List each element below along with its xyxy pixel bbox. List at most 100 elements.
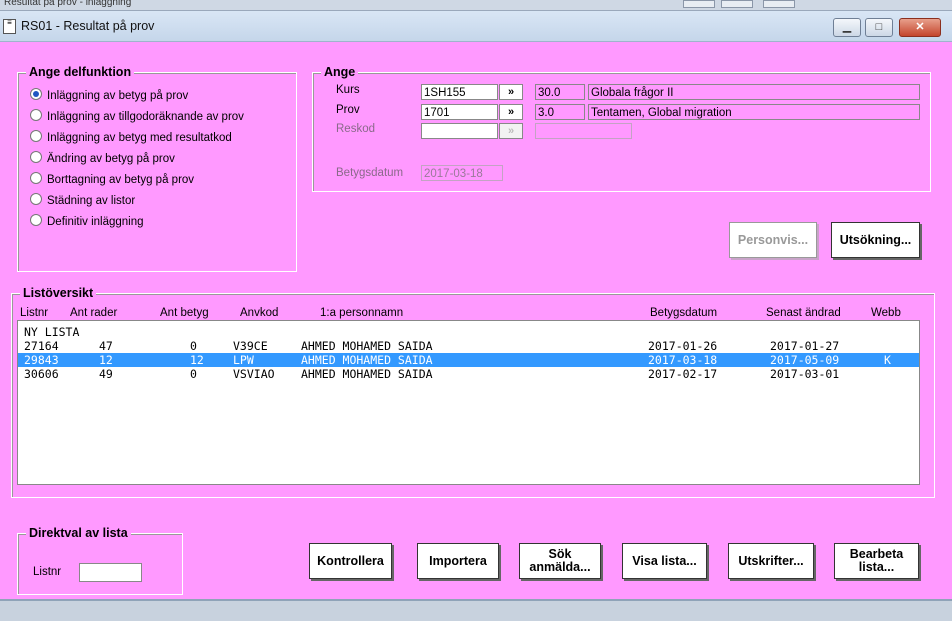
prov-points: 3.0 <box>535 104 585 120</box>
cell-ant-betyg: 12 <box>190 353 204 367</box>
visa-lista-button[interactable]: Visa lista... <box>622 543 707 579</box>
radio-button-icon[interactable] <box>30 88 42 100</box>
col-ant-betyg: Ant betyg <box>160 307 209 319</box>
close-button[interactable]: ✕ <box>899 18 941 37</box>
ny-lista-label: NY LISTA <box>24 325 80 339</box>
table-row[interactable]: 30606 49 0 VSVIAO AHMED MOHAMED SAIDA 2017-02… <box>18 367 919 381</box>
delfunktion-option-label: Städning av listor <box>47 195 136 207</box>
cell-personnamn: AHMED MOHAMED SAIDA <box>301 367 433 381</box>
listoversikt-legend: Listöversikt <box>20 286 97 300</box>
list-item-ny-lista[interactable]: NY LISTA <box>18 325 919 339</box>
ange-legend: Ange <box>321 65 359 79</box>
delfunktion-option-2[interactable]: Inläggning av betyg med resultatkod <box>30 130 232 146</box>
prov-search-button[interactable]: » <box>499 104 523 120</box>
utskrifter-button[interactable]: Utskrifter... <box>728 543 814 579</box>
reskod-field[interactable] <box>421 123 498 139</box>
document-icon: ≡ <box>3 19 16 34</box>
direktval-listnr-label: Listnr <box>33 566 62 578</box>
reskod-label: Reskod <box>336 123 375 135</box>
personvis-button[interactable]: Personvis... <box>729 222 817 258</box>
parent-minimize-button[interactable] <box>683 0 715 8</box>
radio-button-icon[interactable] <box>30 214 42 226</box>
col-webb: Webb <box>871 307 901 319</box>
prov-label: Prov <box>336 104 360 116</box>
bearbeta-line2: lista... <box>858 560 895 574</box>
kurs-points: 30.0 <box>535 84 585 100</box>
sok-anmalda-line2: anmälda... <box>529 560 591 574</box>
importera-button[interactable]: Importera <box>417 543 499 579</box>
window-title: RS01 - Resultat på prov <box>21 19 155 33</box>
table-row[interactable]: 29843 12 12 LPW AHMED MOHAMED SAIDA 2017-03-1… <box>18 353 919 367</box>
window-bottom-border <box>0 599 952 621</box>
col-ant-rader: Ant rader <box>70 307 118 319</box>
parent-close-button[interactable] <box>763 0 795 8</box>
cell-betygsdatum: 2017-02-17 <box>648 367 718 381</box>
window-titlebar: ≡ RS01 - Resultat på prov ▁ □ ✕ <box>0 11 952 42</box>
cell-webb: K <box>884 353 891 367</box>
delfunktion-option-label: Inläggning av tillgodoräknande av prov <box>47 111 244 123</box>
cell-anvkod: VSVIAO <box>233 367 275 381</box>
delfunktion-option-6[interactable]: Definitiv inläggning <box>30 214 144 230</box>
cell-ant-rader: 12 <box>99 353 113 367</box>
radio-button-icon[interactable] <box>30 172 42 184</box>
parent-window-strip: Resultat på prov - inläggning <box>0 0 952 11</box>
cell-personnamn: AHMED MOHAMED SAIDA <box>301 353 433 367</box>
kurs-name: Globala frågor II <box>588 84 920 100</box>
cell-senast-andrad: 2017-03-01 <box>770 367 840 381</box>
col-personnamn: 1:a personnamn <box>320 307 404 319</box>
cell-ant-rader: 47 <box>99 339 113 353</box>
kurs-label: Kurs <box>336 84 360 96</box>
parent-window-title: Resultat på prov - inläggning <box>4 0 132 8</box>
cell-senast-andrad: 2017-01-27 <box>770 339 840 353</box>
cell-anvkod: LPW <box>233 353 254 367</box>
delfunktion-option-5[interactable]: Städning av listor <box>30 193 135 209</box>
betygsdatum-label: Betygsdatum <box>336 167 404 179</box>
col-listnr: Listnr <box>20 307 49 319</box>
delfunktion-option-label: Definitiv inläggning <box>47 216 144 228</box>
radio-button-icon[interactable] <box>30 130 42 142</box>
delfunktion-option-1[interactable]: Inläggning av tillgodoräknande av prov <box>30 109 244 125</box>
col-senast-andrad: Senast ändrad <box>766 307 841 319</box>
direktval-listnr-field[interactable] <box>79 563 142 582</box>
cell-anvkod: V39CE <box>233 339 268 353</box>
reskod-search-button[interactable]: » <box>499 123 523 139</box>
col-betygsdatum: Betygsdatum <box>650 307 718 319</box>
cell-listnr: 27164 <box>24 339 59 353</box>
delfunktion-option-label: Ändring av betyg på prov <box>47 153 175 165</box>
prov-code-field[interactable]: 1701 <box>421 104 498 120</box>
cell-listnr: 30606 <box>24 367 59 381</box>
delfunktion-option-3[interactable]: Ändring av betyg på prov <box>30 151 175 167</box>
maximize-button[interactable]: □ <box>865 18 893 37</box>
utsokning-button[interactable]: Utsökning... <box>831 222 920 258</box>
delfunktion-option-label: Inläggning av betyg med resultatkod <box>47 132 232 144</box>
lista-listbox[interactable]: NY LISTA 27164 47 0 V39CE AHMED MOHAMED SAID… <box>17 320 920 485</box>
cell-senast-andrad: 2017-05-09 <box>770 353 840 367</box>
bearbeta-lista-button[interactable]: Bearbeta lista... <box>834 543 919 579</box>
betygsdatum-field[interactable]: 2017-03-18 <box>421 165 503 181</box>
kurs-code-field[interactable]: 1SH155 <box>421 84 498 100</box>
delfunktion-option-label: Inläggning av betyg på prov <box>47 90 189 102</box>
cell-betygsdatum: 2017-03-18 <box>648 353 718 367</box>
col-anvkod: Anvkod <box>240 307 279 319</box>
delfunktion-legend: Ange delfunktion <box>26 65 135 79</box>
minimize-button[interactable]: ▁ <box>833 18 861 37</box>
lista-rows: 27164 47 0 V39CE AHMED MOHAMED SAIDA 2017-01-… <box>18 339 919 381</box>
radio-button-icon[interactable] <box>30 193 42 205</box>
delfunktion-option-label: Borttagning av betyg på prov <box>47 174 195 186</box>
kontrollera-button[interactable]: Kontrollera <box>309 543 392 579</box>
cell-personnamn: AHMED MOHAMED SAIDA <box>301 339 433 353</box>
delfunktion-option-4[interactable]: Borttagning av betyg på prov <box>30 172 194 188</box>
sok-anmalda-button[interactable]: Sök anmälda... <box>519 543 601 579</box>
direktval-legend: Direktval av lista <box>26 526 131 540</box>
cell-betygsdatum: 2017-01-26 <box>648 339 718 353</box>
cell-ant-betyg: 0 <box>190 339 197 353</box>
reskod-description <box>535 123 632 139</box>
prov-name: Tentamen, Global migration <box>588 104 920 120</box>
radio-button-icon[interactable] <box>30 151 42 163</box>
kurs-search-button[interactable]: » <box>499 84 523 100</box>
radio-button-icon[interactable] <box>30 109 42 121</box>
cell-ant-betyg: 0 <box>190 367 197 381</box>
table-row[interactable]: 27164 47 0 V39CE AHMED MOHAMED SAIDA 2017-01-… <box>18 339 919 353</box>
parent-maximize-button[interactable] <box>721 0 753 8</box>
delfunktion-option-0[interactable]: Inläggning av betyg på prov <box>30 88 188 104</box>
